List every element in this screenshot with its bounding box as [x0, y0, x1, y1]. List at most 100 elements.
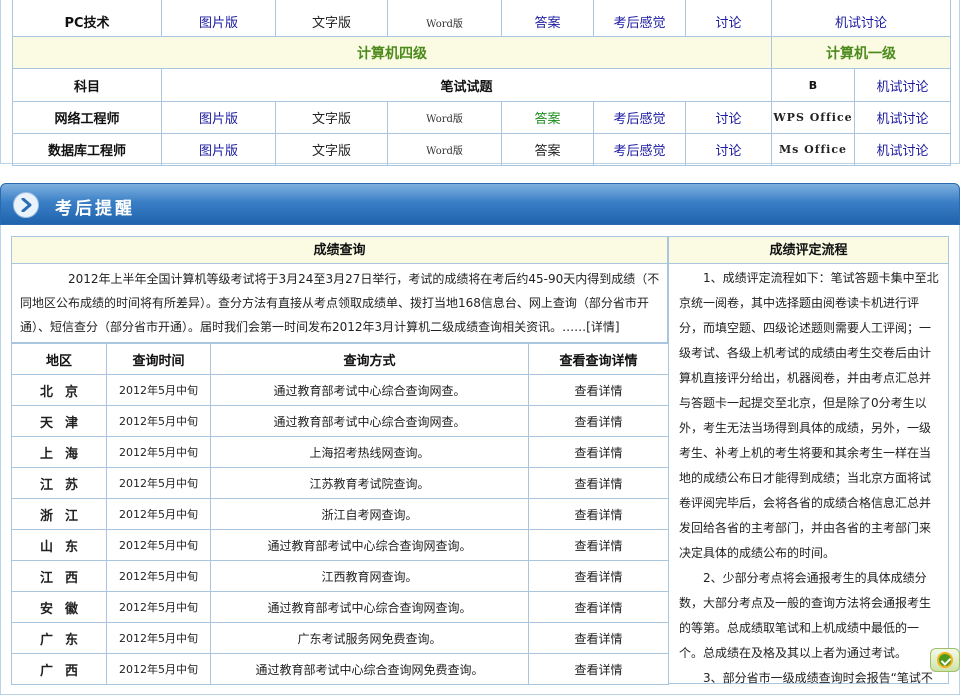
subject-database-engineer: 数据库工程师	[12, 133, 162, 166]
table-row: 上海 2012年5月中旬 上海招考热线网查询。 查看详情	[11, 436, 669, 468]
table-row: 安徽 2012年5月中旬 通过教育部考试中心综合查询网查询。 查看详情	[11, 591, 669, 623]
link-feeling[interactable]: 考后感觉	[593, 0, 686, 37]
column-subject: 科目	[12, 68, 162, 102]
detail-link[interactable]: 查看详情	[528, 560, 669, 592]
region-cell: 山东	[11, 529, 107, 561]
link-machine-discuss[interactable]: 机试讨论	[770, 0, 952, 37]
detail-link[interactable]: 查看详情	[528, 498, 669, 530]
link-word-version[interactable]: Word版	[387, 101, 502, 134]
region-cell: 北京	[11, 374, 107, 406]
link-answer[interactable]: 答案	[501, 0, 594, 37]
table-row: 北京 2012年5月中旬 通过教育部考试中心综合查询网查。 查看详情	[11, 374, 669, 406]
table-row: 广西 2012年5月中旬 通过教育部考试中心综合查询网免费查询。 查看详情	[11, 653, 669, 685]
column-region: 地区	[11, 343, 107, 375]
subject-network-engineer: 网络工程师	[12, 101, 162, 134]
link-discuss[interactable]: 讨论	[685, 133, 772, 166]
score-query-section: 成绩查询 2012年上半年全国计算机等级考试将于3月24至3月27日举行，考试的…	[11, 236, 669, 685]
table-row: 浙江 2012年5月中旬 浙江自考网查询。 查看详情	[11, 498, 669, 530]
time-cell: 2012年5月中旬	[106, 622, 211, 654]
region-cell: 天津	[11, 405, 107, 437]
method-cell: 江西教育网查询。	[210, 560, 529, 592]
link-feeling[interactable]: 考后感觉	[593, 133, 686, 166]
time-cell: 2012年5月中旬	[106, 529, 211, 561]
chevron-right-icon	[13, 192, 39, 218]
method-cell: 通过教育部考试中心综合查询网查询。	[210, 591, 529, 623]
link-word-version[interactable]: Word版	[387, 133, 502, 166]
method-cell: 通过教育部考试中心综合查询网查询。	[210, 529, 529, 561]
region-cell: 江苏	[11, 467, 107, 499]
time-cell: 2012年5月中旬	[106, 374, 211, 406]
link-discuss[interactable]: 讨论	[685, 0, 772, 37]
method-cell: 通过教育部考试中心综合查询网查。	[210, 405, 529, 437]
method-cell: 广东考试服务网免费查询。	[210, 622, 529, 654]
method-cell: 上海招考热线网查询。	[210, 436, 529, 468]
column-written-exam: 笔试试题	[161, 68, 772, 102]
link-text-version[interactable]: 文字版	[275, 101, 388, 134]
score-query-intro: 2012年上半年全国计算机等级考试将于3月24至3月27日举行，考试的成绩将在考…	[11, 264, 668, 343]
link-level-one-machine-discuss[interactable]: 机试讨论	[853, 68, 952, 102]
detail-link[interactable]: 查看详情	[528, 653, 669, 685]
time-cell: 2012年5月中旬	[106, 591, 211, 623]
method-cell: 江苏教育考试院查询。	[210, 467, 529, 499]
region-cell: 浙江	[11, 498, 107, 530]
method-cell: 通过教育部考试中心综合查询网免费查询。	[210, 653, 529, 685]
column-detail: 查看查询详情	[528, 343, 669, 375]
link-feeling[interactable]: 考后感觉	[593, 101, 686, 134]
table-row: 山东 2012年5月中旬 通过教育部考试中心综合查询网查询。 查看详情	[11, 529, 669, 561]
time-cell: 2012年5月中旬	[106, 436, 211, 468]
link-answer[interactable]: 答案	[501, 133, 594, 166]
table-row: 广东 2012年5月中旬 广东考试服务网免费查询。 查看详情	[11, 622, 669, 654]
region-cell: 广西	[11, 653, 107, 685]
link-answer[interactable]: 答案	[501, 101, 594, 134]
detail-link[interactable]: 查看详情	[528, 622, 669, 654]
process-paragraph-3: 3、部分省市一级成绩查询时会报告“笔试不	[703, 671, 933, 685]
region-cell: 上海	[11, 436, 107, 468]
link-discuss[interactable]: 讨论	[685, 101, 772, 134]
detail-link[interactable]: 查看详情	[528, 436, 669, 468]
table-row-network: 网络工程师 图片版 文字版 Word版 答案 考后感觉 讨论 WPS Offic…	[12, 101, 952, 134]
level-one-heading: 计算机一级	[770, 36, 952, 69]
method-cell: 浙江自考网查询。	[210, 498, 529, 530]
score-process-title: 成绩评定流程	[668, 236, 949, 264]
link-text-version[interactable]: 文字版	[275, 133, 388, 166]
time-cell: 2012年5月中旬	[106, 560, 211, 592]
level-four-heading: 计算机四级	[12, 36, 772, 69]
link-image-version[interactable]: 图片版	[161, 101, 276, 134]
exam-links-table: PC技术 图片版 文字版 Word版 答案 考后感觉 讨论 机试讨论 计算机四级…	[12, 0, 952, 166]
link-image-version[interactable]: 图片版	[161, 133, 276, 166]
subject-pc: PC技术	[12, 0, 162, 37]
detail-link[interactable]: 查看详情	[528, 529, 669, 561]
floating-check-icon[interactable]	[930, 648, 960, 672]
process-paragraph-2: 2、少部分考点将会通报考生的具体成绩分数，大部分考点及一般的查询方法将会通报考生…	[679, 571, 932, 660]
time-cell: 2012年5月中旬	[106, 467, 211, 499]
link-machine-discuss[interactable]: 机试讨论	[853, 133, 952, 166]
link-text-version[interactable]: 文字版	[275, 0, 388, 37]
region-cell: 安徽	[11, 591, 107, 623]
detail-link[interactable]: 查看详情	[528, 405, 669, 437]
table-row-database: 数据库工程师 图片版 文字版 Word版 答案 考后感觉 讨论 Ms Offic…	[12, 133, 952, 166]
section-title: 考后提醒	[55, 199, 135, 219]
link-image-version[interactable]: 图片版	[161, 0, 276, 37]
link-word-version[interactable]: Word版	[387, 0, 502, 37]
method-cell: 通过教育部考试中心综合查询网查。	[210, 374, 529, 406]
query-header-row: 地区 查询时间 查询方式 查看查询详情	[11, 343, 669, 375]
office-wps: WPS Office	[771, 101, 855, 134]
level-header-row: 计算机四级 计算机一级	[12, 36, 952, 69]
time-cell: 2012年5月中旬	[106, 653, 211, 685]
detail-link[interactable]: 查看详情	[528, 591, 669, 623]
column-method: 查询方式	[210, 343, 529, 375]
score-process-section: 成绩评定流程 1、成绩评定流程如下：笔试答题卡集中至北京统一阅卷，其中选择题由阅…	[668, 236, 949, 685]
score-query-table: 地区 查询时间 查询方式 查看查询详情 北京 2012年5月中旬 通过教育部考试中心…	[11, 343, 669, 685]
time-cell: 2012年5月中旬	[106, 405, 211, 437]
region-cell: 江西	[11, 560, 107, 592]
score-query-title: 成绩查询	[11, 236, 668, 264]
link-machine-discuss[interactable]: 机试讨论	[853, 101, 952, 134]
region-cell: 广东	[11, 622, 107, 654]
column-b: B	[771, 68, 855, 102]
subject-header-row: 科目 笔试试题 B 机试讨论	[12, 68, 952, 102]
detail-link[interactable]: 查看详情	[528, 374, 669, 406]
time-cell: 2012年5月中旬	[106, 498, 211, 530]
table-row-pc: PC技术 图片版 文字版 Word版 答案 考后感觉 讨论 机试讨论	[12, 0, 952, 37]
column-time: 查询时间	[106, 343, 211, 375]
detail-link[interactable]: 查看详情	[528, 467, 669, 499]
